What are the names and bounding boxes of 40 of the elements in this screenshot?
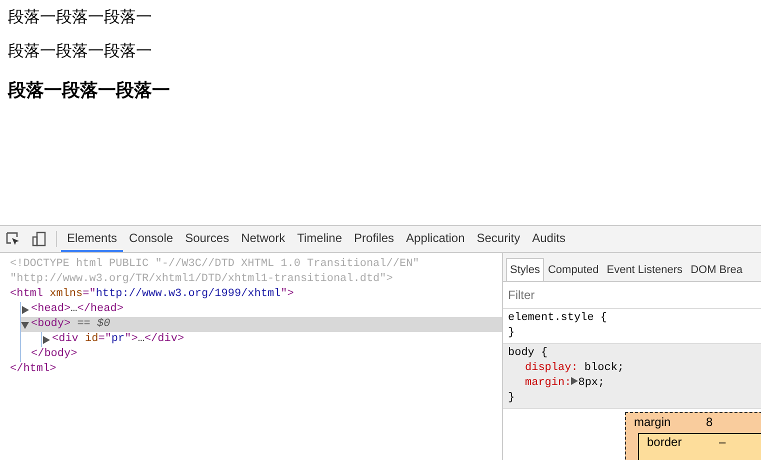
panel-tab[interactable]: Profiles [348,226,400,252]
sidebar-tab[interactable]: Computed [544,258,603,281]
css-value[interactable]: 8px; [578,377,605,389]
border-value[interactable]: – [719,435,726,449]
dom-closing-tag[interactable]: </body> [31,347,78,362]
panel-tab[interactable]: Network [235,226,292,252]
dom-closing-tag[interactable]: </html> [10,362,56,377]
expand-triangle-icon[interactable] [571,377,578,385]
dom-node-line[interactable]: <body> == $0 [31,317,110,332]
margin-label: margin [634,415,671,429]
css-declaration[interactable]: display: [525,362,584,374]
border-label: border [647,435,682,449]
margin-value[interactable]: 8 [706,415,713,429]
dom-node-line[interactable]: <html xmlns="http://www.w3.org/1999/xhtml"> [10,287,294,302]
sidebar-tab[interactable]: Styles [506,258,544,281]
paragraph-text: 段落一段落一段落一 [8,80,171,100]
panel-tab[interactable]: Timeline [291,226,348,252]
css-value[interactable]: block; [584,362,624,374]
panel-tab[interactable]: Application [400,226,471,252]
panel-tab[interactable]: Console [123,226,180,252]
device-toolbar-icon[interactable] [31,231,47,247]
css-selector: body { [508,347,548,359]
expanded-triangle-icon[interactable] [21,320,29,328]
paragraph-text: 段落一段落一段落一 [8,8,153,28]
css-selector: element.style { [508,312,608,324]
paragraph-text: 段落一段落一段落一 [8,42,153,62]
sidebar-tab[interactable]: DOM Brea [686,258,747,281]
sidebar-tab[interactable]: Event Listeners [602,258,687,281]
collapsed-triangle-icon[interactable] [42,336,50,344]
panel-tab[interactable]: Security [470,226,526,252]
dom-node-line[interactable]: <head>…</head> [31,302,124,317]
css-declaration[interactable]: margin: [525,377,572,389]
panel-tab[interactable]: Audits [526,226,572,252]
dom-node-line[interactable]: <div id="pr">…</div> [52,332,184,347]
panel-tab[interactable]: Sources [179,226,236,252]
inspect-cursor-icon[interactable] [5,231,21,247]
css-closing-brace: } [508,327,515,339]
panel-tab[interactable]: Elements [61,226,124,252]
css-closing-brace: } [508,392,515,404]
collapsed-triangle-icon[interactable] [21,306,29,314]
